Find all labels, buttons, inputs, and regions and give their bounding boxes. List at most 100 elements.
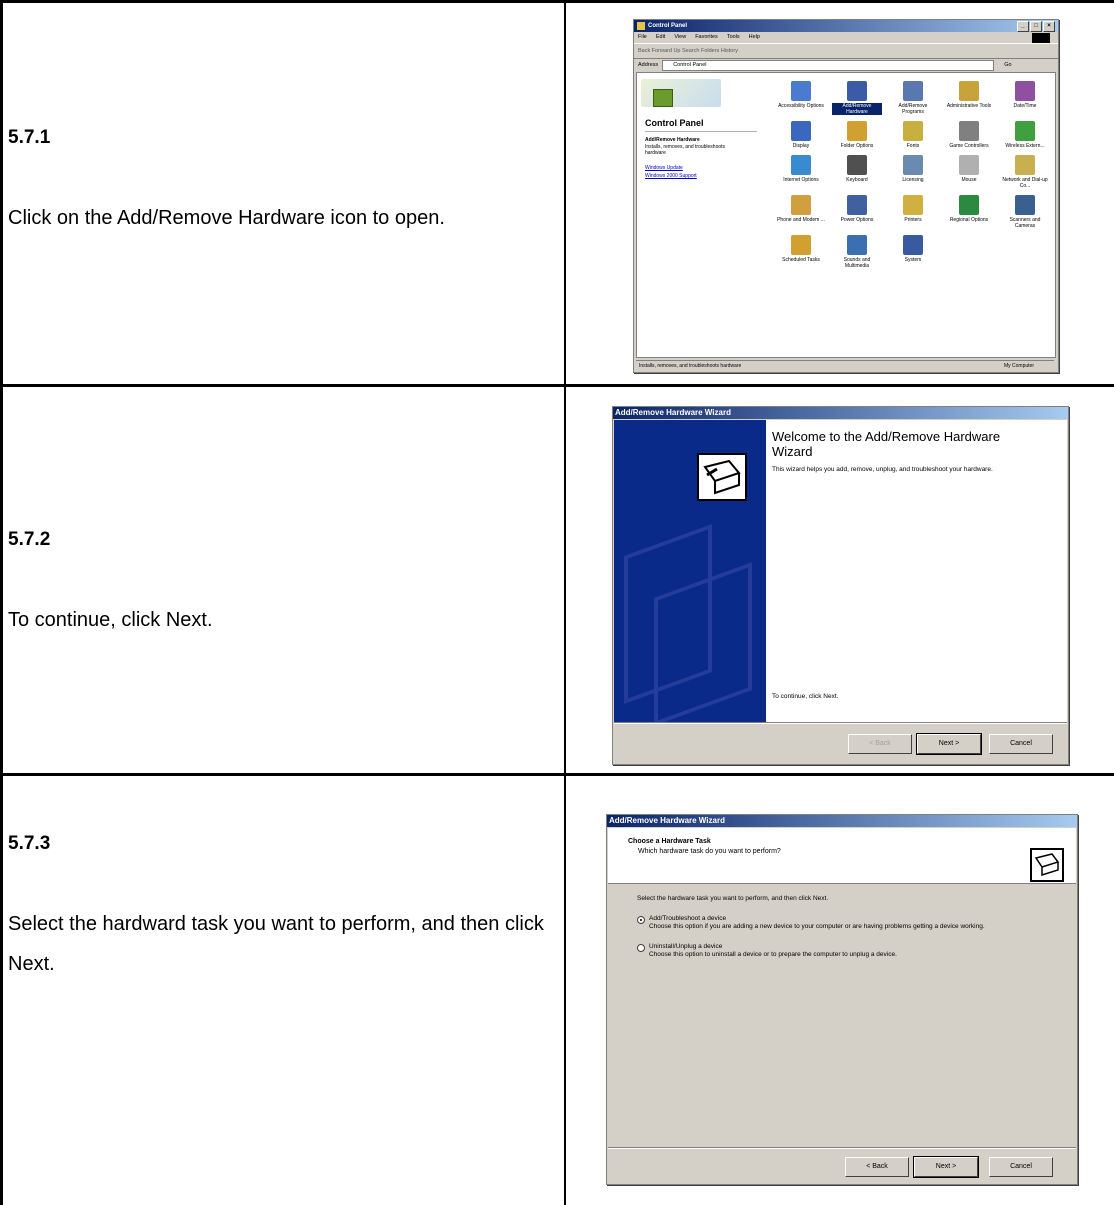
back-button[interactable]: < Back (845, 1157, 909, 1177)
control-panel-item[interactable]: Licensing (885, 155, 941, 189)
applet-icon (903, 81, 923, 101)
cancel-button[interactable]: Cancel (989, 734, 1053, 754)
web-view-pane: Control Panel Add/Remove Hardware Instal… (637, 73, 775, 357)
window-title: Control Panel (648, 23, 688, 29)
option-uninstall-unplug[interactable]: Uninstall/Unplug a device Choose this op… (637, 943, 1057, 959)
menu-edit[interactable]: Edit (656, 32, 665, 43)
continue-text: To continue, click Next. (772, 693, 839, 700)
toolbar[interactable]: Back Forward Up Search Folders History (634, 43, 1058, 59)
row-divider-2 (0, 773, 1114, 776)
applet-icon (791, 195, 811, 215)
control-panel-item[interactable]: Phone and Modem ... (773, 195, 829, 229)
control-panel-item[interactable]: Display (773, 121, 829, 149)
applet-icon (1015, 81, 1035, 101)
close-button[interactable]: × (1043, 21, 1055, 32)
option-description: Choose this option if you are adding a n… (649, 923, 985, 930)
radio-selected[interactable] (637, 916, 645, 924)
control-panel-item[interactable]: Keyboard (829, 155, 885, 189)
control-panel-item[interactable]: Sounds and Multimedia (829, 235, 885, 269)
step-description: Select the hardward task you want to per… (8, 913, 544, 975)
hardware-icon (1030, 848, 1064, 882)
control-panel-item[interactable]: Date/Time (997, 81, 1053, 115)
applet-label: Regional Options (949, 217, 989, 223)
applet-icon (847, 121, 867, 141)
menu-file[interactable]: File (638, 32, 647, 43)
windows-update-link[interactable]: Windows Update (645, 165, 683, 171)
back-button[interactable]: < Back (848, 734, 912, 754)
control-panel-item[interactable]: Printers (885, 195, 941, 229)
control-panel-item[interactable]: System (885, 235, 941, 269)
control-panel-item[interactable]: Game Controllers (941, 121, 997, 149)
applet-label: Scanners and Cameras (1009, 217, 1041, 229)
control-panel-item[interactable]: Add/Remove Programs (885, 81, 941, 115)
applet-label: Printers (904, 217, 922, 223)
go-button[interactable]: Go (1004, 59, 1011, 72)
control-panel-item[interactable]: Network and Dial-up Co... (997, 155, 1053, 189)
control-panel-item[interactable]: Administrative Tools (941, 81, 997, 115)
next-button[interactable]: Next > (913, 1156, 979, 1178)
next-button[interactable]: Next > (916, 733, 982, 755)
title-bar: Add/Remove Hardware Wizard (607, 815, 1077, 827)
control-panel-window: Control Panel _ □ × File Edit View Favor… (633, 19, 1059, 373)
applet-label: Wireless Extern... (1005, 143, 1045, 149)
step-description: Click on the Add/Remove Hardware icon to… (8, 207, 445, 229)
option-label: Add/Troubleshoot a device (649, 915, 727, 922)
pane-title: Control Panel (645, 118, 704, 128)
control-panel-item[interactable]: Add/Remove Hardware (829, 81, 885, 115)
windows-logo-icon (1032, 33, 1050, 43)
applet-label: Licensing (902, 177, 924, 183)
applet-icon (959, 155, 979, 175)
maximize-button[interactable]: □ (1030, 21, 1042, 32)
menu-help[interactable]: Help (749, 32, 760, 43)
divider (614, 722, 1067, 724)
radio-unselected[interactable] (637, 944, 645, 952)
table-border-left (0, 0, 3, 1205)
address-label: Address (638, 62, 659, 68)
applet-label: Scheduled Tasks (782, 257, 820, 263)
option-add-troubleshoot[interactable]: Add/Troubleshoot a device Choose this op… (637, 915, 1057, 931)
applet-label: Add/Remove Programs (898, 103, 928, 115)
applet-icon (847, 195, 867, 215)
applet-icon (903, 195, 923, 215)
control-panel-item[interactable]: Internet Options (773, 155, 829, 189)
control-panel-item[interactable]: Folder Options (829, 121, 885, 149)
minimize-button[interactable]: _ (1017, 21, 1029, 32)
applet-label: Sounds and Multimedia (843, 257, 871, 269)
control-panel-item[interactable]: Accessibility Options (773, 81, 829, 115)
applet-label: Folder Options (840, 143, 874, 149)
control-panel-item[interactable]: Scheduled Tasks (773, 235, 829, 269)
control-panel-item[interactable]: Power Options (829, 195, 885, 229)
folder-view: Control Panel Add/Remove Hardware Instal… (636, 72, 1056, 358)
address-input[interactable]: Control Panel (662, 60, 995, 71)
applet-label: Fonts (906, 143, 920, 149)
applet-icon (1015, 121, 1035, 141)
wizard-content: Welcome to the Add/Remove Hardware Wizar… (766, 420, 1067, 722)
column-divider (564, 0, 566, 1205)
windows-support-link[interactable]: Windows 2000 Support (645, 173, 697, 179)
step-number: 5.7.2 (8, 529, 51, 550)
applet-icon (959, 81, 979, 101)
wizard-body-text: This wizard helps you add, remove, unplu… (772, 466, 993, 473)
applet-label: Mouse (961, 177, 977, 183)
applet-label: Network and Dial-up Co... (1002, 177, 1048, 189)
applet-label: Date/Time (1013, 103, 1037, 109)
step-cell-3: 5.7.3 Select the hardward task you want … (8, 824, 560, 984)
step-cell-2: 5.7.2 To continue, click Next. (8, 520, 560, 640)
title-bar: Control Panel _ □ × (634, 20, 1058, 32)
cancel-button[interactable]: Cancel (989, 1157, 1053, 1177)
menu-favorites[interactable]: Favorites (695, 32, 718, 43)
control-panel-item[interactable]: Scanners and Cameras (997, 195, 1053, 229)
control-panel-banner (641, 79, 721, 107)
divider (608, 1147, 1076, 1149)
menu-view[interactable]: View (674, 32, 686, 43)
control-panel-item[interactable]: Fonts (885, 121, 941, 149)
applet-icon (791, 235, 811, 255)
control-panel-item[interactable]: Wireless Extern... (997, 121, 1053, 149)
applet-icon (847, 81, 867, 101)
applet-label: Display (792, 143, 810, 149)
menu-tools[interactable]: Tools (727, 32, 740, 43)
control-panel-item[interactable]: Regional Options (941, 195, 997, 229)
applet-icon (903, 235, 923, 255)
step-cell-1: 5.7.1 Click on the Add/Remove Hardware i… (8, 118, 560, 238)
control-panel-item[interactable]: Mouse (941, 155, 997, 189)
